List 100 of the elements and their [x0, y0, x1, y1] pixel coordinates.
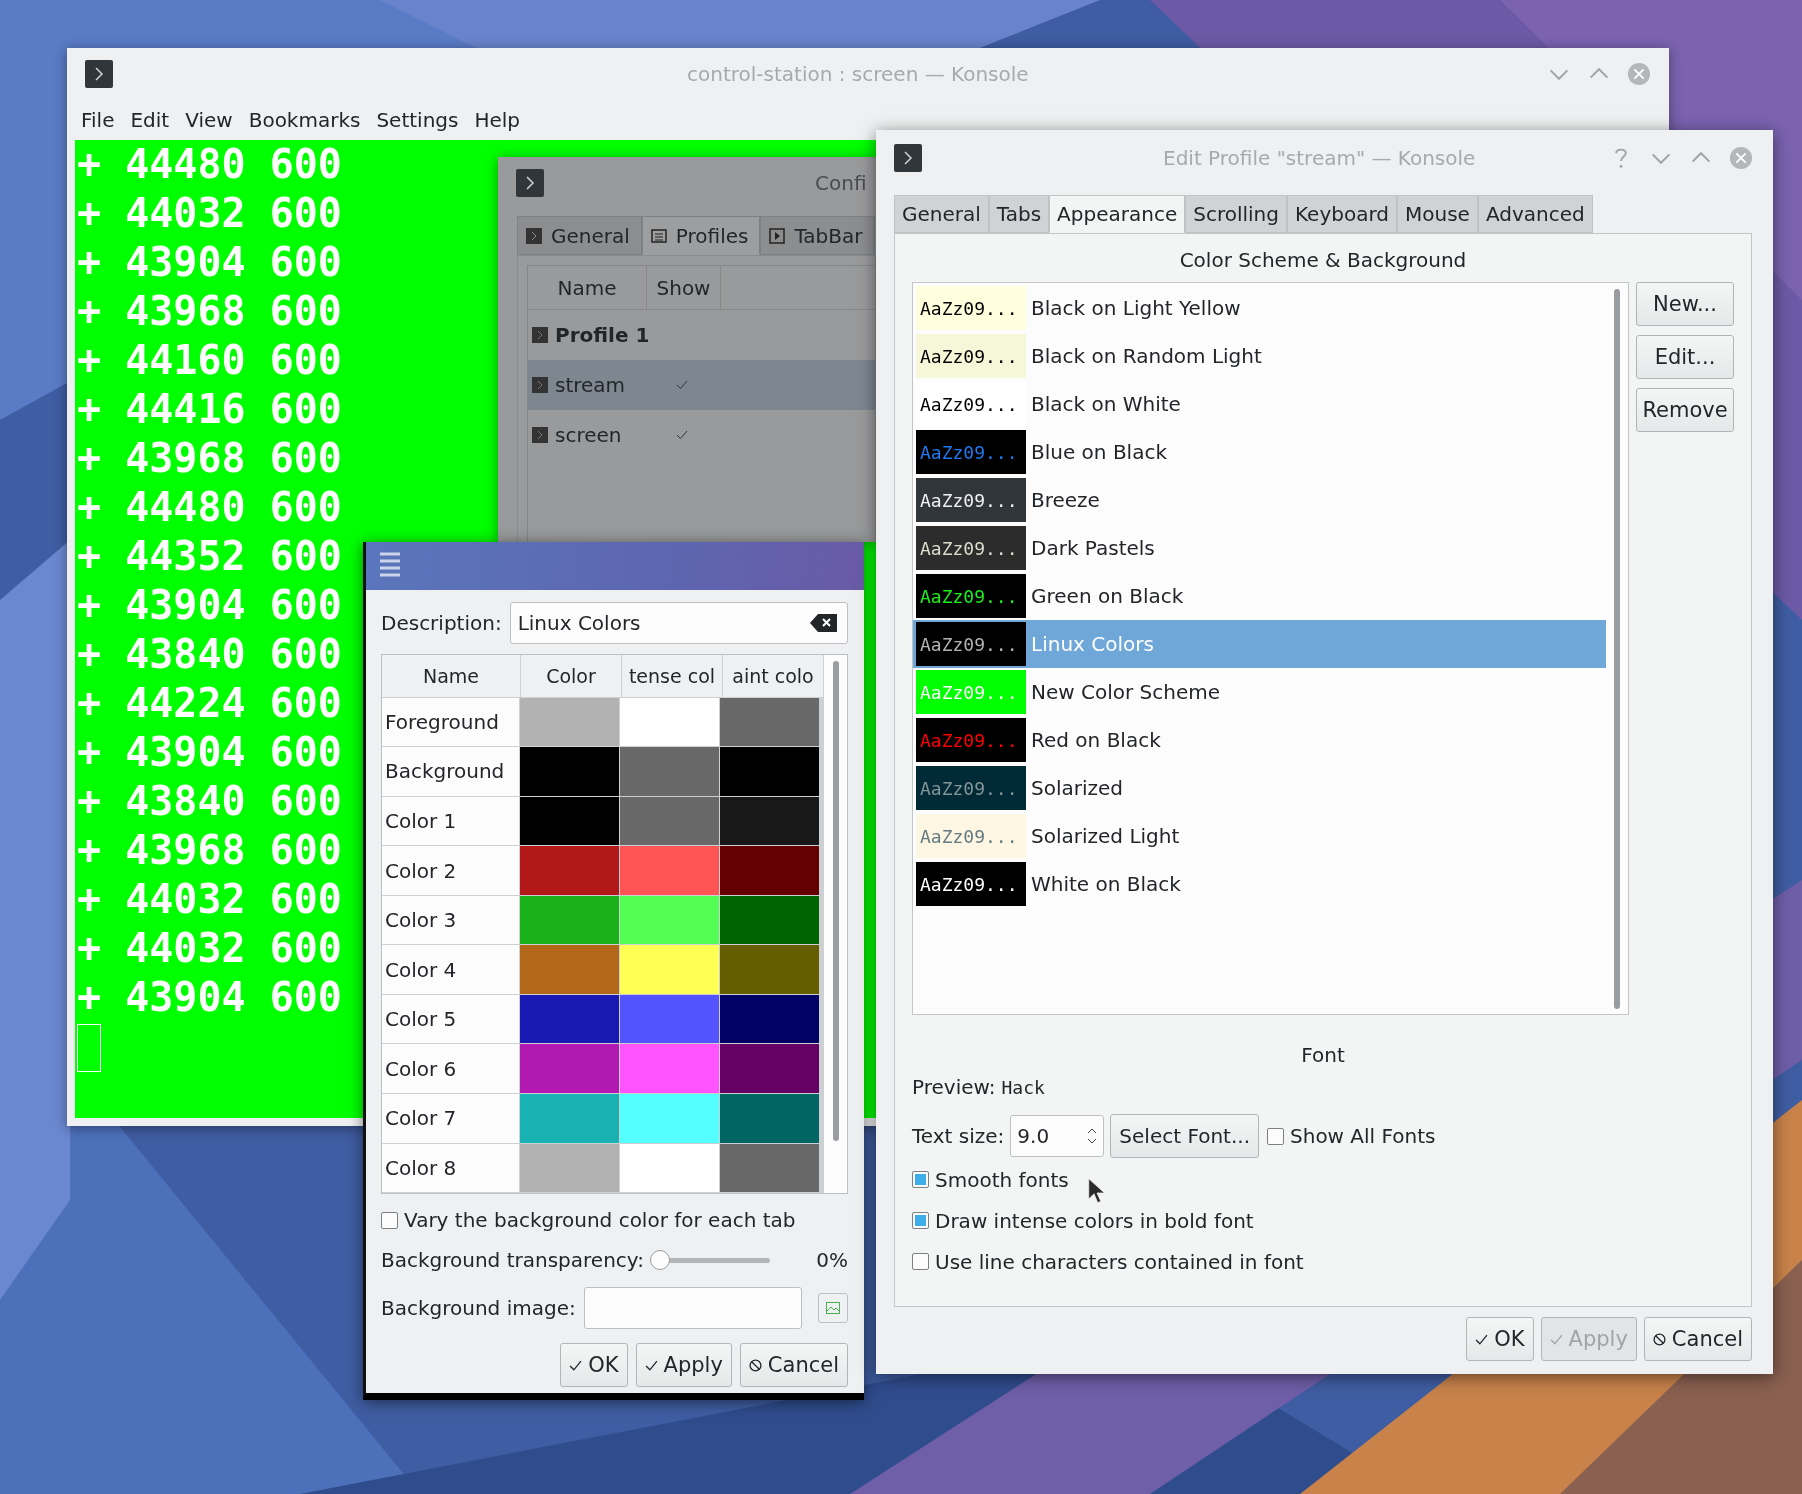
description-field[interactable]: Linux Colors	[509, 602, 848, 644]
menu-item[interactable]: View	[178, 106, 240, 134]
scheme-item[interactable]: AaZz09... Red on Black	[913, 716, 1606, 764]
tab[interactable]: Advanced	[1477, 195, 1593, 233]
dialog-button[interactable]: OK	[560, 1343, 628, 1387]
text-size-spinbox[interactable]: 9.0	[1010, 1115, 1105, 1157]
spin-arrows-icon[interactable]	[1087, 1127, 1098, 1145]
tab[interactable]: TabBar	[760, 216, 875, 255]
image-picker-button[interactable]	[818, 1293, 848, 1323]
checkbox[interactable]	[381, 1211, 398, 1229]
color-swatch[interactable]	[620, 697, 719, 747]
color-swatch[interactable]	[720, 747, 819, 796]
scheme-item[interactable]: AaZz09... Dark Pastels	[913, 524, 1606, 572]
checkbox[interactable]	[912, 1171, 929, 1188]
close-icon[interactable]	[1729, 146, 1753, 170]
color-swatch[interactable]	[720, 895, 819, 945]
profile-row[interactable]: Profile 1	[528, 310, 875, 360]
scheme-button[interactable]: Edit...	[1636, 335, 1734, 379]
field-label: Preview:	[912, 1075, 996, 1099]
tab[interactable]: Appearance	[1049, 195, 1186, 233]
column-header[interactable]: Name	[382, 655, 521, 697]
transparency-slider[interactable]	[649, 1250, 770, 1270]
tab[interactable]: Keyboard	[1286, 195, 1397, 233]
tab[interactable]: General	[517, 216, 642, 255]
slider-handle[interactable]	[649, 1250, 670, 1270]
checkbox[interactable]	[912, 1212, 929, 1229]
checkbox[interactable]	[912, 1253, 929, 1270]
scrollbar[interactable]	[1614, 289, 1620, 1009]
color-swatch[interactable]	[620, 994, 719, 1044]
scrollbar[interactable]	[832, 661, 839, 1141]
image-path-field[interactable]	[583, 1287, 802, 1329]
menu-item[interactable]: Bookmarks	[241, 106, 368, 134]
section-heading: Font	[1300, 1043, 1346, 1067]
scheme-item[interactable]: AaZz09... Linux Colors	[913, 620, 1606, 668]
clear-icon[interactable]	[810, 613, 838, 633]
dialog-button[interactable]: Cancel	[739, 1343, 848, 1387]
select-font-button[interactable]: Select Font...	[1110, 1114, 1259, 1158]
close-icon[interactable]	[1627, 62, 1651, 86]
color-swatch[interactable]	[520, 1094, 619, 1143]
terminal-line: + 43840 600	[77, 777, 342, 826]
profile-row[interactable]: screen	[528, 410, 875, 460]
tab[interactable]: Scrolling	[1185, 195, 1287, 233]
color-swatch[interactable]	[520, 697, 619, 747]
scheme-item[interactable]: AaZz09... Green on Black	[913, 572, 1606, 620]
scheme-item[interactable]: AaZz09... White on Black	[913, 860, 1606, 908]
color-swatch[interactable]	[520, 895, 619, 945]
scheme-item[interactable]: AaZz09... Black on Light Yellow	[913, 284, 1606, 332]
color-swatch[interactable]	[620, 796, 719, 846]
tab[interactable]: Profiles	[641, 216, 761, 255]
menu-item[interactable]: Help	[467, 106, 528, 134]
scheme-item[interactable]: AaZz09... Black on White	[913, 380, 1606, 428]
dialog-button[interactable]: Apply	[635, 1343, 732, 1387]
scheme-button[interactable]: Remove	[1636, 388, 1734, 432]
tab[interactable]: Tabs	[988, 195, 1050, 233]
color-swatch[interactable]	[520, 1044, 619, 1093]
scheme-button[interactable]: New...	[1636, 282, 1734, 326]
column-header[interactable]: Color	[521, 655, 622, 697]
color-swatch[interactable]	[720, 1143, 819, 1193]
scheme-item[interactable]: AaZz09... Solarized Light	[913, 812, 1606, 860]
color-swatch[interactable]	[620, 895, 719, 945]
dialog-button[interactable]: Cancel	[1643, 1317, 1752, 1361]
color-swatch[interactable]	[720, 697, 819, 747]
scheme-item[interactable]: AaZz09... New Color Scheme	[913, 668, 1606, 716]
column-header[interactable]: Name	[528, 266, 647, 309]
dialog-button[interactable]: OK	[1466, 1317, 1534, 1361]
color-swatch[interactable]	[620, 846, 719, 895]
color-swatch[interactable]	[520, 945, 619, 994]
scheme-item[interactable]: AaZz09... Solarized	[913, 764, 1606, 812]
section-heading: Color Scheme & Background	[1178, 248, 1468, 272]
color-swatch[interactable]	[620, 1044, 719, 1093]
color-swatch[interactable]	[720, 796, 819, 846]
color-swatch[interactable]	[620, 747, 719, 796]
profile-row[interactable]: stream	[528, 360, 875, 410]
menu-item[interactable]: File	[74, 106, 122, 134]
color-swatch[interactable]	[620, 945, 719, 994]
color-swatch[interactable]	[520, 747, 619, 796]
color-swatch[interactable]	[620, 1094, 719, 1143]
menu-item[interactable]: Settings	[369, 106, 466, 134]
sample-text: AaZz09...	[920, 873, 1018, 895]
color-swatch[interactable]	[720, 1044, 819, 1093]
color-swatch[interactable]	[520, 796, 619, 846]
color-swatch[interactable]	[520, 1143, 619, 1193]
tab[interactable]: General	[894, 195, 989, 233]
column-header[interactable]: aint colo	[723, 655, 824, 697]
color-swatch[interactable]	[620, 1143, 719, 1193]
color-swatch[interactable]	[720, 846, 819, 895]
checkbox[interactable]	[1267, 1127, 1284, 1145]
color-swatch[interactable]	[720, 1094, 819, 1143]
color-swatch[interactable]	[520, 846, 619, 895]
menu-item[interactable]: Edit	[123, 106, 177, 134]
column-header[interactable]: Show	[647, 266, 721, 309]
color-swatch[interactable]	[720, 994, 819, 1044]
scheme-item[interactable]: AaZz09... Breeze	[913, 476, 1606, 524]
scheme-item[interactable]: AaZz09... Black on Random Light	[913, 332, 1606, 380]
color-swatch[interactable]	[720, 945, 819, 994]
tab[interactable]: Mouse	[1397, 195, 1478, 233]
check-icon	[1475, 1332, 1489, 1346]
column-header[interactable]: tense col	[622, 655, 723, 697]
scheme-item[interactable]: AaZz09... Blue on Black	[913, 428, 1606, 476]
color-swatch[interactable]	[520, 994, 619, 1044]
